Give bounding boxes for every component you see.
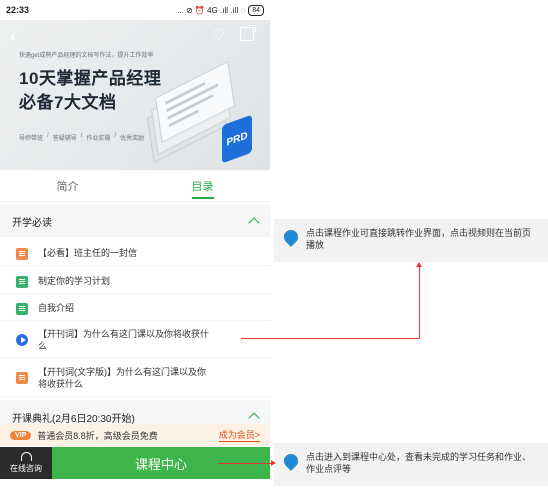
headset-icon: [20, 452, 32, 461]
banner-subtitle: 快速get成熟产品经理的文档写作法，提升工作效率: [19, 53, 154, 59]
banner-tag-sep: /: [80, 133, 83, 139]
annotation-connector: [419, 267, 420, 339]
annotation-callout: 点击进入到课程中心处，查看未完成的学习任务和作业、作业点评等: [274, 443, 548, 486]
list-item[interactable]: 自我介绍: [0, 295, 270, 321]
tab-catalog[interactable]: 目录: [135, 170, 270, 201]
banner-title-line1: 10天掌握产品经理: [19, 69, 162, 88]
annotation-text: 点击课程作业可直接跳转作业界面，点击视频则在当前页播放: [306, 228, 532, 250]
tab-intro[interactable]: 简介: [0, 170, 135, 201]
back-icon[interactable]: ‹: [10, 28, 15, 46]
vip-badge: VIP: [10, 430, 32, 440]
vip-promo-bar: VIP 普通会员8.8折，高级会员免费 成为会员>: [0, 424, 270, 446]
banner-tags: 导师带班 / 答疑辅导 / 作业实操 / 优秀奖励: [19, 133, 144, 142]
banner-title: 10天掌握产品经理 必备7大文档: [19, 67, 161, 115]
list-item-label: 制定你的学习计划: [38, 276, 111, 286]
arrowhead-icon: [271, 460, 276, 466]
list-item-label: 自我介绍: [38, 303, 75, 313]
annotation-connector: [218, 463, 272, 464]
become-member-link[interactable]: 成为会员>: [218, 428, 260, 442]
vip-promo-text: 普通会员8.8折，高级会员免费: [37, 430, 158, 441]
section-header[interactable]: 开学必读: [0, 205, 270, 237]
battery-icon: 84: [248, 4, 264, 16]
list-item[interactable]: 制定你的学习计划: [0, 267, 270, 294]
banner-tag-sep: /: [114, 133, 117, 139]
list-item[interactable]: 【开刊词】为什么有这门课以及你将收获什 么: [0, 322, 270, 358]
tab-bar: 简介 目录: [0, 170, 270, 202]
document-icon: [16, 372, 28, 384]
section-header[interactable]: 开课典礼(2月6日20:30开始): [0, 400, 270, 426]
documents-illustration: PRD: [147, 58, 260, 164]
banner-title-line2: 必备7大文档: [19, 93, 117, 112]
list-item[interactable]: 【开刊词(文字版)】为什么有这门课以及你 将收获什么: [0, 359, 270, 397]
online-consult-button[interactable]: 在线咨询: [0, 447, 52, 479]
list-item-label: 【开刊词】为什么有这门课以及你将收获什 么: [38, 329, 210, 351]
banner-tag: 作业实操: [86, 136, 111, 142]
arrowhead-icon: [416, 262, 422, 267]
phone-screen: 22:33 ... ⊘ ⏰ 4G .ıll .ıll ◌ 84 ‹ ♡ 快速ge…: [0, 0, 270, 497]
annotation-callout: 点击课程作业可直接跳转作业界面，点击视频则在当前页播放: [274, 219, 548, 262]
banner-tag: 答疑辅导: [52, 136, 77, 142]
section-title: 开课典礼(2月6日20:30开始): [12, 414, 135, 425]
share-icon[interactable]: [240, 25, 256, 41]
play-icon: [16, 334, 28, 346]
location-pin-icon: [281, 451, 301, 471]
assignment-icon: [16, 303, 28, 315]
status-time: 22:33: [6, 5, 30, 15]
list-item-label: 【开刊词(文字版)】为什么有这门课以及你 将收获什么: [38, 367, 206, 389]
status-bar: 22:33 ... ⊘ ⏰ 4G .ıll .ıll ◌ 84: [0, 0, 270, 20]
banner-tag: 优秀奖励: [120, 136, 145, 142]
list-item-label: 【必看】班主任的一封信: [38, 248, 138, 258]
status-icons: ... ⊘ ⏰ 4G .ıll .ıll ◌ 84: [177, 4, 264, 16]
banner-tag-sep: /: [47, 133, 49, 139]
document-icon: [16, 248, 28, 260]
assignment-icon: [16, 276, 28, 288]
chevron-up-icon[interactable]: [248, 217, 260, 229]
chevron-up-icon[interactable]: [248, 412, 260, 424]
annotation-connector: [241, 338, 420, 339]
location-pin-icon: [281, 227, 301, 247]
online-consult-label: 在线咨询: [10, 464, 42, 473]
list-item[interactable]: 【必看】班主任的一封信: [0, 240, 270, 266]
section-title: 开学必读: [12, 217, 52, 229]
annotation-text: 点击进入到课程中心处，查看未完成的学习任务和作业、作业点评等: [306, 452, 532, 474]
favorite-icon[interactable]: ♡: [212, 26, 225, 44]
signal-icons: ... ⊘ ⏰ 4G .ıll .ıll ◌: [177, 5, 246, 15]
course-banner: ‹ ♡ 快速get成熟产品经理的文档写作法，提升工作效率 10天掌握产品经理 必…: [0, 20, 270, 170]
banner-tag: 导师带班: [19, 136, 44, 142]
